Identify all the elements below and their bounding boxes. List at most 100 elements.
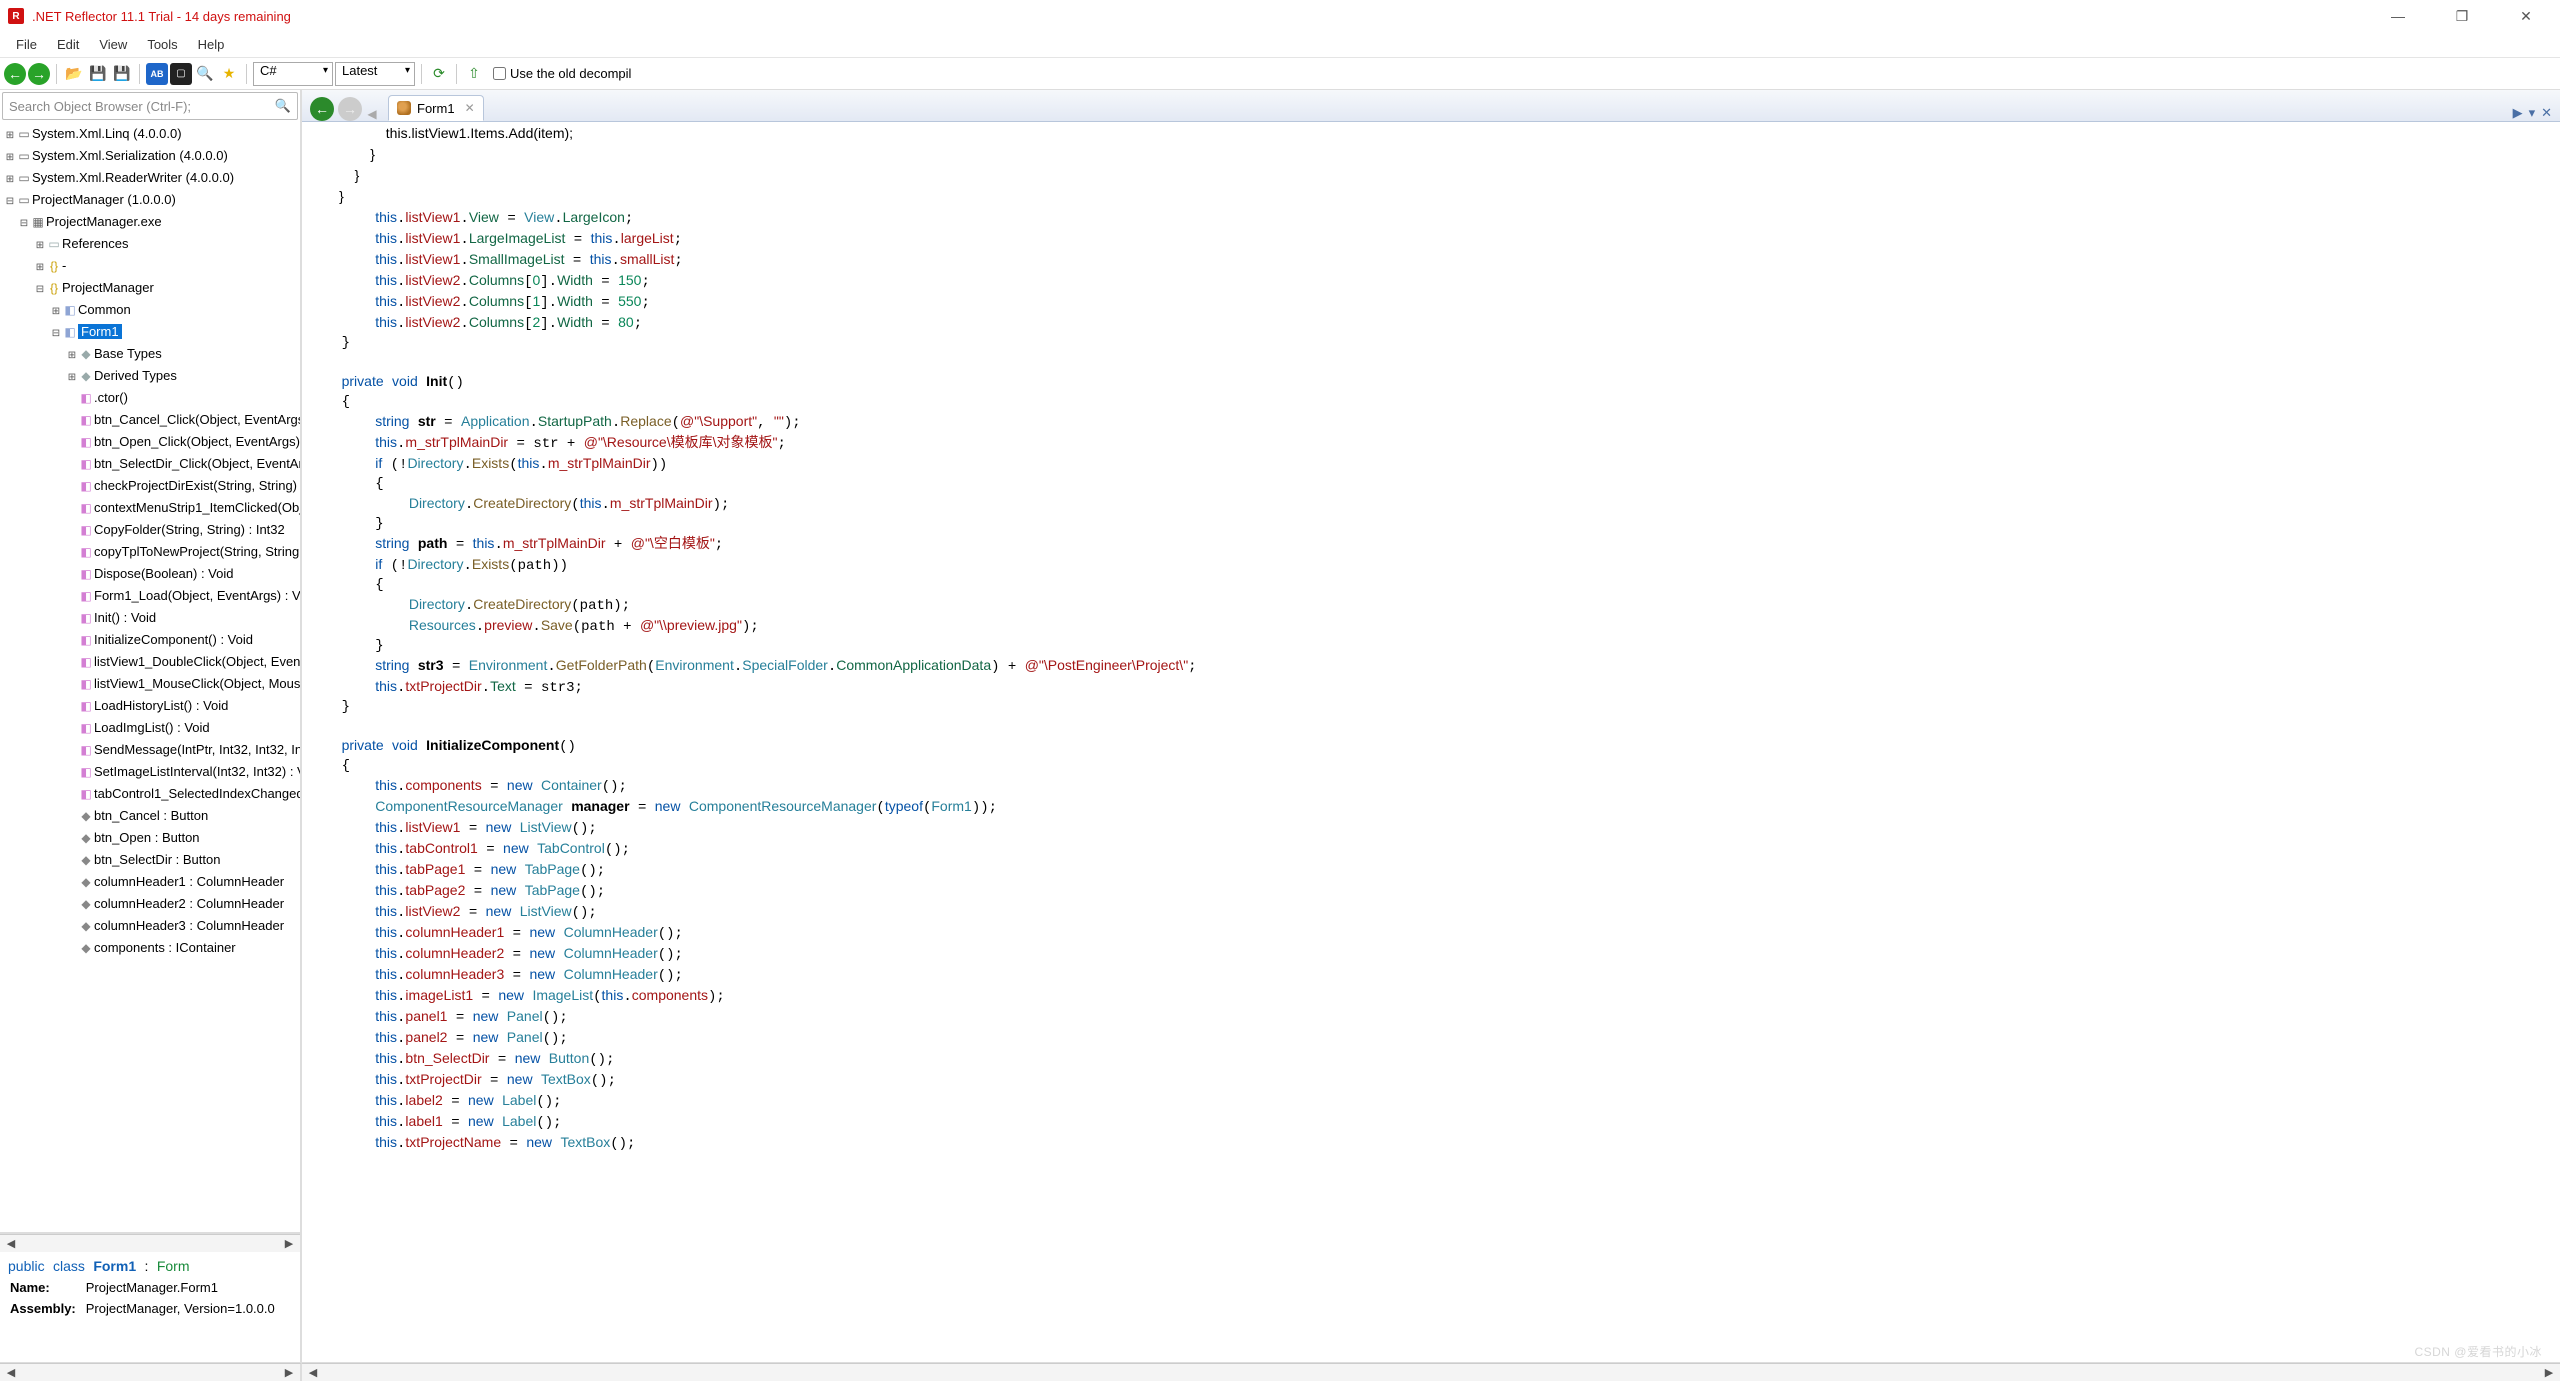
tree-member[interactable]: ◆btn_Cancel : Button: [0, 806, 300, 828]
menu-help[interactable]: Help: [190, 35, 233, 54]
scroll-right-icon[interactable]: ▶: [278, 1366, 300, 1379]
tree-asm-linq[interactable]: System.Xml.Linq (4.0.0.0): [32, 126, 182, 141]
minimize-button[interactable]: —: [2380, 8, 2416, 25]
app-icon: R: [8, 8, 24, 24]
saveall-icon[interactable]: 💾: [111, 63, 133, 85]
scroll-left-icon[interactable]: ◀: [0, 1237, 22, 1250]
language-combo[interactable]: C#: [253, 62, 333, 86]
tree-member[interactable]: ◧listView1_MouseClick(Object, MouseEvent…: [0, 674, 300, 696]
tree-member[interactable]: ◧btn_Open_Click(Object, EventArgs) : Voi…: [0, 432, 300, 454]
search-glass-icon[interactable]: 🔍: [275, 98, 291, 114]
tab-menu-icon[interactable]: ▾: [2529, 105, 2536, 121]
tree-base-types[interactable]: Base Types: [94, 346, 162, 361]
tree-member[interactable]: ◧copyTplToNewProject(String, String, Str…: [0, 542, 300, 564]
open-icon[interactable]: 📂: [63, 63, 85, 85]
window-title: .NET Reflector 11.1 Trial - 14 days rema…: [32, 9, 291, 24]
search-placeholder: Search Object Browser (Ctrl-F);: [9, 99, 191, 114]
menu-edit[interactable]: Edit: [49, 35, 87, 54]
main-toolbar: ← → 📂 💾 💾 AB ▢ 🔍 ★ C# Latest ⟳ ⇧ Use the…: [0, 58, 2560, 90]
code-editor[interactable]: this.listView1.Items.Add(item); } } } th…: [302, 122, 2560, 1362]
info-name-label: Name:: [10, 1278, 84, 1297]
tree-member[interactable]: ◧LoadHistoryList() : Void: [0, 696, 300, 718]
menu-bar: File Edit View Tools Help: [0, 32, 2560, 58]
tree-member[interactable]: ◆btn_SelectDir : Button: [0, 850, 300, 872]
code-bottom-hscroll[interactable]: ◀▶: [302, 1363, 2560, 1381]
tree-member[interactable]: ◧listView1_DoubleClick(Object, EventArgs…: [0, 652, 300, 674]
export-icon[interactable]: ⇧: [463, 63, 485, 85]
tree-member[interactable]: ◧btn_Cancel_Click(Object, EventArgs) : V…: [0, 410, 300, 432]
nav-forward-icon[interactable]: →: [28, 63, 50, 85]
code-nav-back-icon[interactable]: ←: [310, 97, 334, 121]
tree-member[interactable]: ◧btn_SelectDir_Click(Object, EventArgs) …: [0, 454, 300, 476]
refresh-icon[interactable]: ⟳: [428, 63, 450, 85]
tree-member[interactable]: ◧.ctor(): [0, 388, 300, 410]
tree-member[interactable]: ◧Form1_Load(Object, EventArgs) : Void: [0, 586, 300, 608]
tab-close-icon[interactable]: ✕: [465, 101, 475, 115]
console-icon[interactable]: ▢: [170, 63, 192, 85]
code-pane: ← → ◀ Form1 ✕ ▶ ▾ ✕ this.listView1.Items…: [302, 90, 2560, 1362]
tree-member[interactable]: ◧LoadImgList() : Void: [0, 718, 300, 740]
tree-ns-dash[interactable]: -: [62, 258, 66, 273]
summary-panel: public class Form1 : Form Name:ProjectMa…: [0, 1252, 300, 1362]
left-bottom-hscroll[interactable]: ◀▶: [0, 1363, 302, 1381]
tab-closeall-icon[interactable]: ✕: [2541, 105, 2552, 121]
scroll-left-icon[interactable]: ◀: [302, 1366, 324, 1379]
tree-asm-rw[interactable]: System.Xml.ReaderWriter (4.0.0.0): [32, 170, 234, 185]
tree-member[interactable]: ◧checkProjectDirExist(String, String) : …: [0, 476, 300, 498]
scroll-right-icon[interactable]: ▶: [278, 1237, 300, 1250]
tree-exe[interactable]: ProjectManager.exe: [46, 214, 162, 229]
tree-member[interactable]: ◆components : IContainer: [0, 938, 300, 960]
tree-member[interactable]: ◆columnHeader1 : ColumnHeader: [0, 872, 300, 894]
watermark: CSDN @爱看书的小冰: [2414, 1343, 2542, 1360]
tree-hscroll[interactable]: ◀ ▶: [0, 1234, 300, 1252]
save-icon[interactable]: 💾: [87, 63, 109, 85]
object-browser-pane: Search Object Browser (Ctrl-F); 🔍 ⊞▭Syst…: [0, 90, 302, 1362]
scroll-left-icon[interactable]: ◀: [0, 1366, 22, 1379]
old-decompil-checkbox[interactable]: Use the old decompil: [493, 66, 631, 81]
bookmark-icon[interactable]: ★: [218, 63, 240, 85]
tree-member[interactable]: ◆btn_Open : Button: [0, 828, 300, 850]
menu-tools[interactable]: Tools: [139, 35, 185, 54]
assembly-icon[interactable]: AB: [146, 63, 168, 85]
object-tree[interactable]: ⊞▭System.Xml.Linq (4.0.0.0) ⊞▭System.Xml…: [0, 122, 300, 962]
tree-ns[interactable]: ProjectManager: [62, 280, 154, 295]
nav-chevron-left-icon[interactable]: ◀: [364, 107, 380, 121]
tree-form1[interactable]: Form1: [78, 324, 122, 339]
tree-member[interactable]: ◧InitializeComponent() : Void: [0, 630, 300, 652]
tree-member[interactable]: ◧Init() : Void: [0, 608, 300, 630]
tree-common[interactable]: Common: [78, 302, 131, 317]
nav-back-icon[interactable]: ←: [4, 63, 26, 85]
info-asm-val: ProjectManager, Version=1.0.0.0: [86, 1299, 283, 1318]
scroll-right-icon[interactable]: ▶: [2538, 1366, 2560, 1379]
old-decompil-label: Use the old decompil: [510, 66, 631, 81]
tab-overflow-chevron-icon[interactable]: ▶: [2513, 105, 2523, 121]
tree-member[interactable]: ◧SendMessage(IntPtr, Int32, Int32, Int32…: [0, 740, 300, 762]
version-combo[interactable]: Latest: [335, 62, 415, 86]
tree-member[interactable]: ◆columnHeader3 : ColumnHeader: [0, 916, 300, 938]
info-name-val: ProjectManager.Form1: [86, 1278, 283, 1297]
tree-asm-pm[interactable]: ProjectManager (1.0.0.0): [32, 192, 176, 207]
code-nav-fwd-icon[interactable]: →: [338, 97, 362, 121]
code-tab-strip: ← → ◀ Form1 ✕ ▶ ▾ ✕: [302, 90, 2560, 122]
close-button[interactable]: ✕: [2508, 8, 2544, 25]
menu-file[interactable]: File: [8, 35, 45, 54]
tab-form1[interactable]: Form1 ✕: [388, 95, 484, 121]
old-decompil-check-input[interactable]: [493, 67, 506, 80]
tree-member[interactable]: ◧SetImageListInterval(Int32, Int32) : Vo…: [0, 762, 300, 784]
search-input[interactable]: Search Object Browser (Ctrl-F); 🔍: [2, 92, 298, 120]
tree-member[interactable]: ◧CopyFolder(String, String) : Int32: [0, 520, 300, 542]
tree-refs[interactable]: References: [62, 236, 128, 251]
tree-asm-ser[interactable]: System.Xml.Serialization (4.0.0.0): [32, 148, 228, 163]
maximize-button[interactable]: ❐: [2444, 8, 2480, 25]
menu-view[interactable]: View: [91, 35, 135, 54]
tree-member[interactable]: ◆columnHeader2 : ColumnHeader: [0, 894, 300, 916]
tab-label: Form1: [417, 101, 455, 116]
title-bar: R .NET Reflector 11.1 Trial - 14 days re…: [0, 0, 2560, 32]
tree-derived-types[interactable]: Derived Types: [94, 368, 177, 383]
info-asm-label: Assembly:: [10, 1299, 84, 1318]
tree-member[interactable]: ◧Dispose(Boolean) : Void: [0, 564, 300, 586]
tree-member[interactable]: ◧tabControl1_SelectedIndexChanged(Objec: [0, 784, 300, 806]
type-signature: public class Form1 : Form: [8, 1258, 292, 1276]
search-icon[interactable]: 🔍: [194, 63, 216, 85]
tree-member[interactable]: ◧contextMenuStrip1_ItemClicked(Object, T…: [0, 498, 300, 520]
